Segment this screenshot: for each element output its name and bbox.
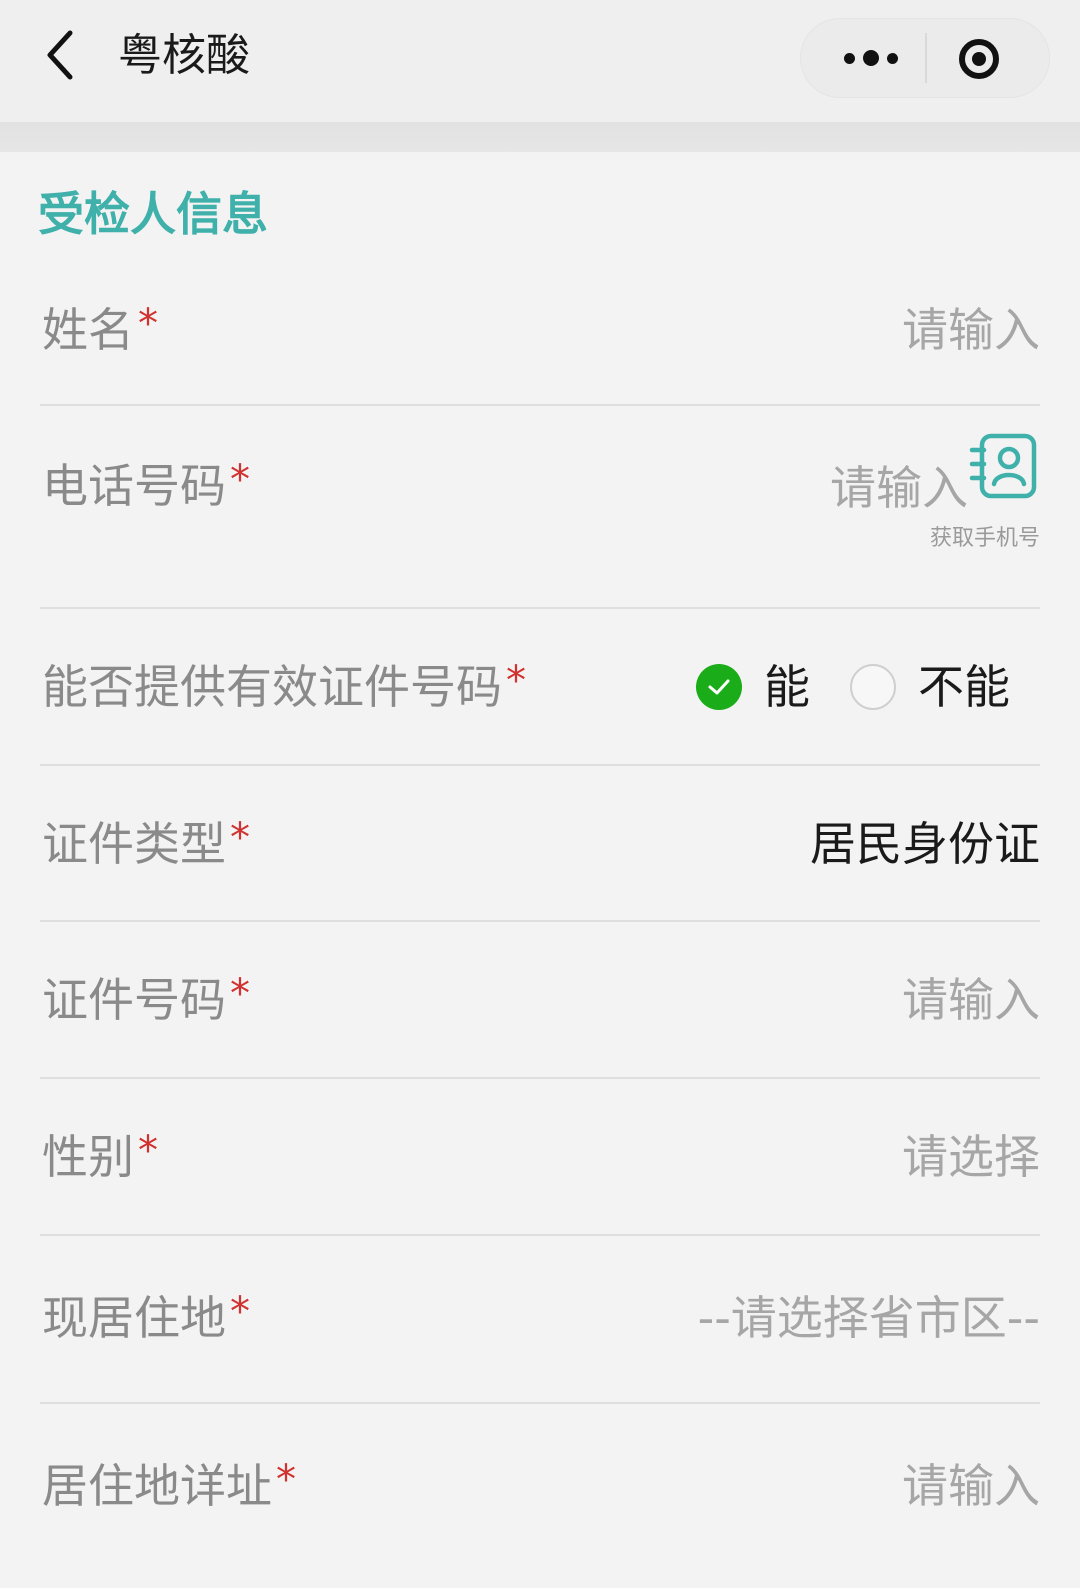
label-text: 能否提供有效证件号码 <box>42 660 502 714</box>
form-row-name: 姓名 * 请输入 <box>40 270 1040 406</box>
field-label: 性别 * <box>42 1127 158 1187</box>
label-text: 证件类型 <box>42 817 226 871</box>
radio-unchecked-icon <box>850 664 896 710</box>
required-mark: * <box>230 1289 250 1335</box>
form-row-address: 居住地详址 * 请输入 <box>40 1404 1040 1554</box>
field-label: 姓名 * <box>42 300 158 360</box>
chevron-left-icon <box>47 30 73 80</box>
name-input[interactable]: 请输入 <box>902 300 1040 360</box>
label-text: 电话号码 <box>42 459 226 513</box>
radio-checked-icon <box>696 664 742 710</box>
required-mark: * <box>138 301 158 347</box>
gender-select[interactable]: 请选择 <box>902 1127 1040 1187</box>
residence-region-select[interactable]: --请选择省市区-- <box>698 1288 1040 1348</box>
label-text: 姓名 <box>42 303 134 357</box>
label-text: 现居住地 <box>42 1291 226 1345</box>
target-circle-icon <box>959 39 999 79</box>
label-text: 居住地详址 <box>42 1459 272 1513</box>
form-row-gender: 性别 * 请选择 <box>40 1079 1040 1236</box>
id-type-select[interactable]: 居民身份证 <box>810 814 1040 874</box>
id-number-input[interactable]: 请输入 <box>902 970 1040 1030</box>
phone-input[interactable]: 请输入 <box>830 458 968 518</box>
page-title: 粤核酸 <box>118 30 250 81</box>
required-mark: * <box>230 971 250 1017</box>
target-circle-core <box>972 52 986 66</box>
required-mark: * <box>276 1457 296 1503</box>
radio-no-label: 不能 <box>918 660 1010 714</box>
id-availability-radio-group: 能 不能 <box>696 657 1010 717</box>
form-row-id-type: 证件类型 * 居民身份证 <box>40 766 1040 922</box>
field-label: 现居住地 * <box>42 1288 250 1348</box>
back-button[interactable] <box>30 25 90 85</box>
required-mark: * <box>138 1128 158 1174</box>
more-button[interactable] <box>821 19 921 97</box>
radio-no[interactable]: 不能 <box>850 657 1010 717</box>
form-row-id-availability: 能否提供有效证件号码 * 能 不能 <box>40 609 1040 766</box>
required-mark: * <box>230 815 250 861</box>
address-detail-input[interactable]: 请输入 <box>902 1456 1040 1516</box>
capsule-divider <box>925 33 927 83</box>
more-dots-icon <box>844 52 855 64</box>
check-icon <box>708 679 730 695</box>
required-mark: * <box>506 658 526 704</box>
field-label: 能否提供有效证件号码 * <box>42 657 526 717</box>
form-row-phone: 电话号码 * 请输入 获取手机号 <box>40 406 1040 609</box>
radio-yes[interactable]: 能 <box>696 657 810 717</box>
nav-divider <box>0 122 1080 152</box>
section-title: 受检人信息 <box>38 187 268 241</box>
more-dot-right <box>887 52 898 64</box>
get-phone-hint[interactable]: 获取手机号 <box>930 524 1040 554</box>
label-text: 性别 <box>42 1130 134 1184</box>
required-mark: * <box>230 457 250 503</box>
field-label: 居住地详址 * <box>42 1456 296 1516</box>
form-row-id-number: 证件号码 * 请输入 <box>40 922 1040 1079</box>
close-button[interactable] <box>951 31 1007 87</box>
label-text: 证件号码 <box>42 973 226 1027</box>
get-phone-button[interactable] <box>968 432 1040 504</box>
more-dot-center <box>863 50 879 66</box>
contact-card-icon <box>969 433 1037 499</box>
form-row-residence: 现居住地 * --请选择省市区-- <box>40 1236 1040 1404</box>
field-label: 证件类型 * <box>42 814 250 874</box>
field-label: 证件号码 * <box>42 970 250 1030</box>
nav-bar: 粤核酸 <box>0 0 1080 122</box>
field-label: 电话号码 * <box>42 456 250 516</box>
radio-yes-label: 能 <box>764 660 810 714</box>
menu-capsule <box>800 18 1050 98</box>
